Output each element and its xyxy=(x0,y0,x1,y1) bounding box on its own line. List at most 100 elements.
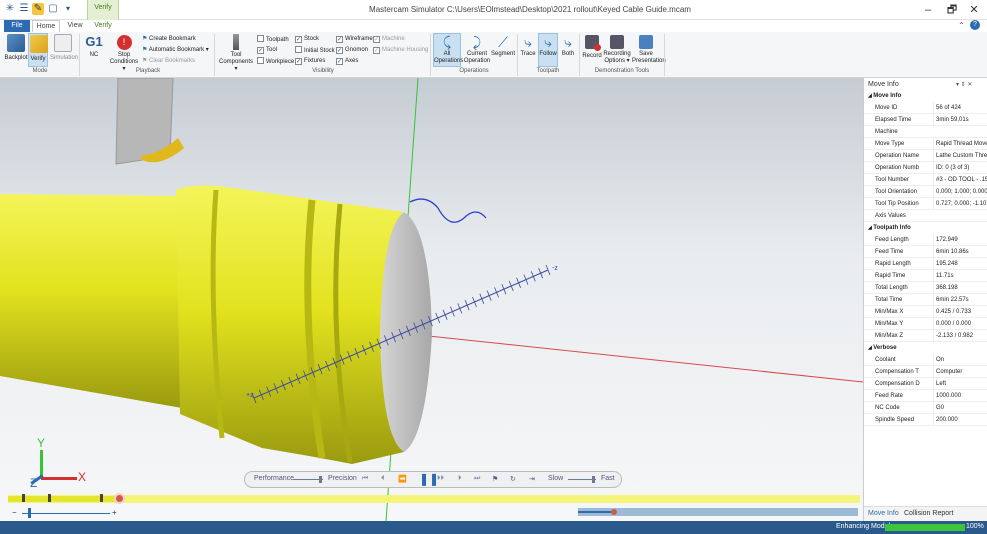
step-forward-icon[interactable]: ⏵ xyxy=(458,475,462,483)
machine-checkbox[interactable]: ✓ Machine xyxy=(373,35,405,43)
rewind-icon[interactable]: ⏪ xyxy=(398,475,407,483)
both-button[interactable]: ⤷ Both xyxy=(559,34,577,68)
current-operation-button[interactable]: ⤸ Current Operation xyxy=(463,34,491,68)
save-presentation-button[interactable]: Save Presentation xyxy=(632,34,666,68)
tab-file[interactable]: File xyxy=(4,20,30,32)
axes-checkbox[interactable]: ✓ Axes xyxy=(336,57,358,65)
gnomon-checkbox[interactable]: ✓ Gnomon xyxy=(336,46,368,54)
checkbox-unchecked xyxy=(257,35,264,42)
backplot-label: Backplot xyxy=(4,55,28,61)
property-key: Move Type xyxy=(875,141,905,147)
tool-checkbox[interactable]: ✓ Tool xyxy=(257,46,277,54)
simulation-button[interactable]: Simulation xyxy=(50,34,78,66)
property-row: Operation Name Lathe Custom Threa xyxy=(864,150,987,162)
graphics-viewport[interactable]: -z +z Y X Z − + xyxy=(0,78,863,521)
scale-plus-button[interactable]: + xyxy=(112,508,117,517)
tool-components-button[interactable]: Tool Components ▾ xyxy=(218,34,254,72)
play-icon[interactable]: ⏵⏵ xyxy=(437,475,444,483)
tab-move-info[interactable]: Move Info xyxy=(868,510,899,517)
panel-pin-close-icon[interactable]: ▾ ⇕ ✕ xyxy=(956,81,972,88)
ribbon-separator xyxy=(517,34,518,76)
record-button[interactable]: Record xyxy=(582,34,602,68)
fixtures-checkbox-label: Fixtures xyxy=(304,58,326,64)
skip-to-end-icon[interactable]: ⏭ xyxy=(474,475,480,483)
section-header[interactable]: ◢ Verbose xyxy=(864,342,987,354)
stop-conditions-button[interactable]: ! Stop Conditions ▾ xyxy=(108,34,140,72)
step-back-icon[interactable]: ⏴ xyxy=(381,475,385,483)
clear-bookmarks-button[interactable]: ⚑ Clear Bookmarks xyxy=(142,57,195,65)
ribbon-separator xyxy=(79,34,80,76)
property-value: 200.000 xyxy=(933,414,987,426)
quick-access-menu-icon[interactable]: ☰ xyxy=(18,3,30,15)
toolpath-bookmark-icon[interactable]: ⚑ xyxy=(492,475,498,483)
section-header[interactable]: ◢ Move Info xyxy=(864,90,987,102)
loop-icon[interactable]: ↻ xyxy=(510,475,516,483)
tab-view[interactable]: View xyxy=(64,20,86,32)
mode-group-label: Mode xyxy=(32,68,48,74)
timeline-track[interactable] xyxy=(8,495,860,503)
tab-home[interactable]: Home xyxy=(32,20,60,32)
tab-collision-report[interactable]: Collision Report xyxy=(904,510,953,517)
property-row: Tool Number #3 - OD TOOL - .156 xyxy=(864,174,987,186)
property-key: Total Length xyxy=(875,285,908,291)
maximize-button[interactable]: 🗗 xyxy=(942,3,962,17)
segment-button[interactable]: ⟋ Segment xyxy=(491,34,515,68)
property-key: Min/Max Y xyxy=(875,321,904,327)
simulation-icon xyxy=(54,34,72,52)
simulation-quick-icon[interactable]: ▢ xyxy=(47,3,59,15)
automatic-bookmark-button[interactable]: ⚑ Automatic Bookmark ▾ xyxy=(142,46,209,54)
wireframe-checkbox[interactable]: ✓ Wireframe xyxy=(336,35,373,43)
collapse-ribbon-icon[interactable]: ⌃ xyxy=(958,21,965,30)
verify-quick-icon[interactable]: ✎ xyxy=(32,3,44,15)
toolpath-checkbox[interactable]: Toolpath xyxy=(257,35,289,44)
timeline-handle[interactable] xyxy=(114,493,125,504)
scale-minus-button[interactable]: − xyxy=(12,508,17,517)
backplot-button[interactable]: Backplot xyxy=(4,34,28,66)
mini-timeline[interactable] xyxy=(578,508,858,516)
g1-icon: G1 xyxy=(85,34,103,49)
speed-slider-thumb[interactable] xyxy=(592,476,595,483)
nc-button[interactable]: G1 NC xyxy=(84,34,104,68)
toolpath-hatch xyxy=(450,306,455,317)
recording-options-button[interactable]: Recording Options ▾ xyxy=(603,34,631,68)
workpiece-checkbox[interactable]: Workpiece xyxy=(257,57,294,66)
initial-stock-checkbox[interactable]: Initial Stock xyxy=(295,46,335,55)
minimize-button[interactable]: – xyxy=(918,3,938,17)
follow-button[interactable]: ⤷ Follow xyxy=(538,33,558,67)
toolpath-hatch xyxy=(435,312,441,324)
skip-to-start-icon[interactable]: ⏮ xyxy=(362,475,368,483)
all-operations-label: All Operations xyxy=(434,51,464,64)
status-progress-fill xyxy=(885,524,965,531)
scale-slider-thumb[interactable] xyxy=(28,508,31,518)
trace-button[interactable]: ⤷ Trace xyxy=(519,34,537,68)
ribbon-separator xyxy=(664,34,665,76)
verify-button[interactable]: Verify xyxy=(28,33,48,67)
property-row: Compensation T Computer xyxy=(864,366,987,378)
segment-icon: ⟋ xyxy=(498,34,508,50)
verify-label: Verify xyxy=(30,56,46,62)
close-button[interactable]: ✕ xyxy=(964,3,984,17)
property-key: Feed Time xyxy=(875,249,904,255)
machine-housing-checkbox[interactable]: ✓ Machine Housing xyxy=(373,46,428,54)
checkbox-unchecked xyxy=(257,57,264,64)
help-icon[interactable]: ? xyxy=(970,20,980,30)
all-operations-button[interactable]: ⤹ All Operations xyxy=(433,33,464,67)
toolpath-hatch xyxy=(494,287,499,298)
tab-verify[interactable]: Verify xyxy=(88,20,118,32)
checkmark-icon: ✓ xyxy=(373,36,380,43)
stock-checkbox[interactable]: ✓ Stock xyxy=(295,35,319,43)
stop-at-event-icon[interactable]: ⇥ xyxy=(529,475,535,483)
section-header[interactable]: ◢ Toolpath Info xyxy=(864,222,987,234)
property-key: Tool Tip Position xyxy=(875,201,919,207)
property-key: Tool Orientation xyxy=(875,189,918,195)
property-value: On xyxy=(933,354,987,366)
toolpath-hatch xyxy=(479,293,485,304)
fixtures-checkbox[interactable]: ✓ Fixtures xyxy=(295,57,325,65)
precision-slider-thumb[interactable] xyxy=(319,476,322,483)
scale-slider-track[interactable] xyxy=(22,513,110,514)
create-bookmark-button[interactable]: ⚑ Create Bookmark xyxy=(142,35,196,43)
property-row: Feed Length 172.949 xyxy=(864,234,987,246)
quick-access-dropdown-icon[interactable]: ▾ xyxy=(62,3,74,15)
mini-timeline-handle[interactable] xyxy=(611,509,617,515)
pause-icon[interactable]: ❚❚ xyxy=(419,473,439,486)
